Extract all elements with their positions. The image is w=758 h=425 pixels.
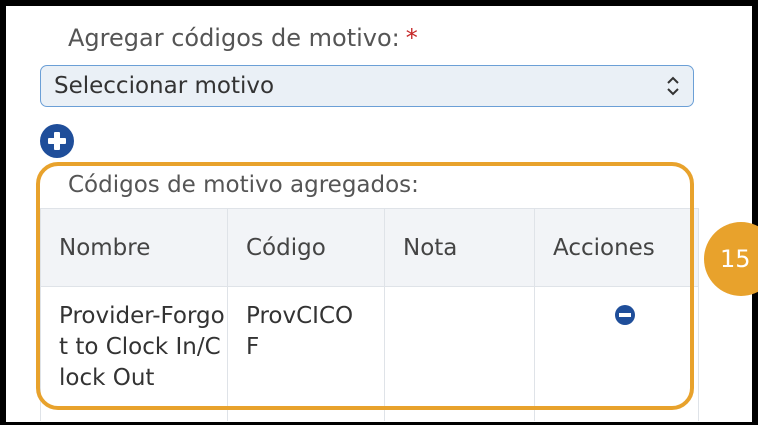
column-header-nombre: Nombre — [40, 208, 228, 287]
reason-select-value: Seleccionar motivo — [54, 73, 275, 99]
cell-nombre: Provider-Forgot to Clock In/Clock Out — [40, 286, 228, 421]
minus-circle-icon[interactable] — [615, 305, 635, 325]
added-reason-codes-label: Códigos de motivo agregados: — [68, 172, 419, 198]
reason-codes-label-text: Agregar códigos de motivo: — [68, 24, 400, 52]
cell-acciones — [534, 286, 699, 421]
table-header-row: Nombre Código Nota Acciones — [40, 208, 699, 287]
screenshot-frame: Agregar códigos de motivo: * Seleccionar … — [0, 0, 758, 425]
required-mark: * — [405, 24, 418, 52]
reason-codes-table: Nombre Código Nota Acciones Provider-For… — [40, 208, 699, 421]
reason-codes-label: Agregar códigos de motivo: * — [68, 24, 418, 52]
column-header-acciones: Acciones — [534, 208, 699, 287]
plus-circle-icon[interactable] — [40, 124, 74, 158]
reason-select[interactable]: Seleccionar motivo — [40, 65, 694, 107]
cell-codigo: ProvCICOF — [227, 286, 385, 421]
table-row: Provider-Forgot to Clock In/Clock Out Pr… — [40, 286, 699, 421]
column-header-codigo: Código — [227, 208, 385, 287]
column-header-nota: Nota — [384, 208, 535, 287]
cell-nota — [384, 286, 535, 421]
chevron-up-down-icon — [667, 76, 679, 96]
